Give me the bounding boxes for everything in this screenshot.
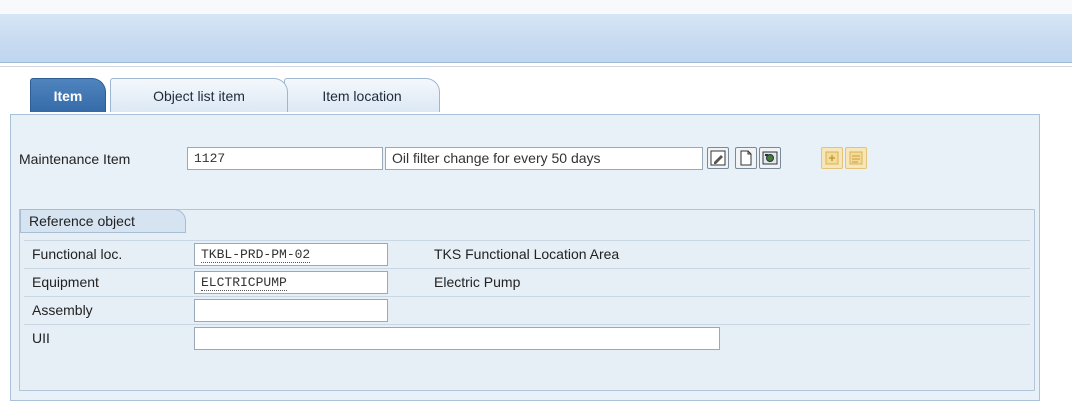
reference-object-title: Reference object [20,209,186,233]
assembly-field[interactable] [194,299,388,322]
equipment-description: Electric Pump [434,274,521,290]
uii-row: UII [24,324,1030,353]
equipment-field[interactable]: ELCTRICPUMP [194,271,388,294]
uii-label: UII [32,330,50,346]
functional-loc-description: TKS Functional Location Area [434,246,620,262]
tab-object-list-item[interactable]: Object list item [110,78,288,112]
top-strip [0,0,1072,14]
item-tab-panel: Maintenance Item 1127 Oil filter change … [10,114,1040,401]
functional-loc-value: TKBL-PRD-PM-02 [201,247,311,263]
tab-item[interactable]: Item [30,78,106,112]
assembly-label: Assembly [32,302,93,318]
uii-field[interactable] [194,327,720,350]
create-document-icon[interactable] [735,147,757,169]
functional-loc-field[interactable]: TKBL-PRD-PM-02 [194,243,388,266]
assembly-row: Assembly [24,296,1030,325]
maintenance-item-label: Maintenance Item [19,151,131,167]
equipment-row: Equipment ELCTRICPUMP Electric Pump [24,268,1030,297]
display-object-icon[interactable] [759,147,781,169]
edit-long-text-icon[interactable] [707,147,729,169]
separator-line [0,66,1072,67]
functional-loc-label: Functional loc. [32,246,123,262]
title-bar [0,14,1072,63]
equipment-value: ELCTRICPUMP [201,275,287,291]
tab-item-location[interactable]: Item location [284,78,440,112]
maintenance-item-field[interactable]: 1127 [187,147,383,170]
equipment-label: Equipment [32,274,99,290]
functional-loc-row: Functional loc. TKBL-PRD-PM-02 TKS Funct… [24,240,1030,269]
item-action-icon-1[interactable] [821,147,843,169]
reference-object-group: Reference object Functional loc. TKBL-PR… [19,209,1035,391]
maintenance-item-description-field[interactable]: Oil filter change for every 50 days [385,147,703,170]
item-action-icon-2[interactable] [845,147,867,169]
